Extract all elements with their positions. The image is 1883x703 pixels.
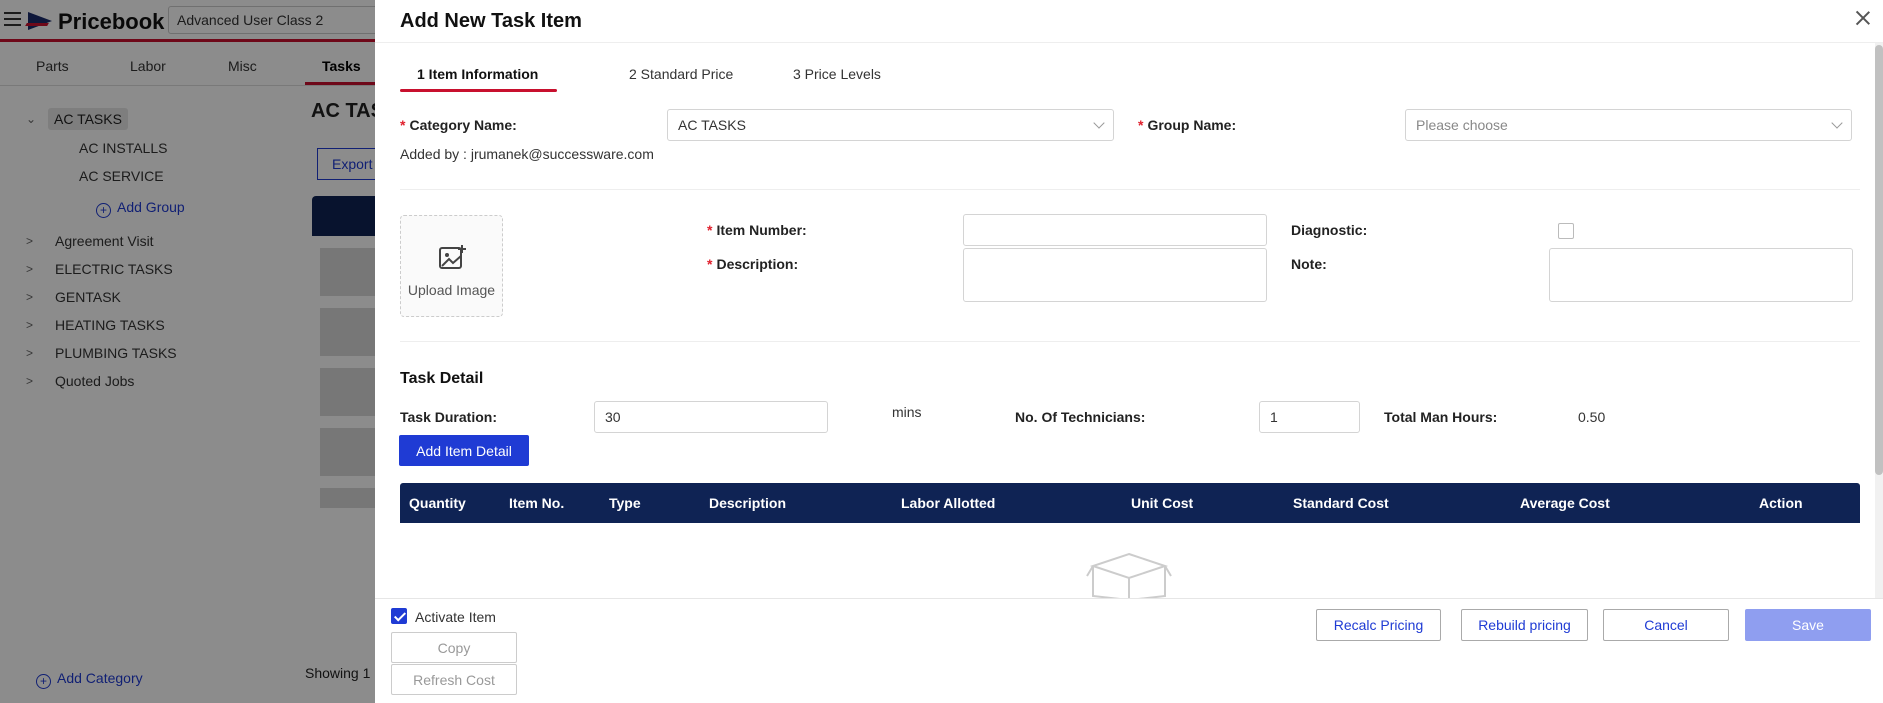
tab-indicator [400, 89, 557, 92]
mins-unit-label: mins [892, 404, 922, 420]
description-input[interactable] [963, 248, 1267, 302]
column-header[interactable]: Unit Cost [1131, 495, 1193, 511]
drawer-footer: Activate Item Copy Refresh Cost Recalc P… [375, 598, 1883, 703]
column-header[interactable]: Description [709, 495, 786, 511]
rebuild-pricing-button[interactable]: Rebuild pricing [1461, 609, 1588, 641]
man-hours-label: Total Man Hours: [1384, 409, 1498, 425]
group-name-placeholder: Please choose [1416, 117, 1508, 133]
add-item-detail-button[interactable]: Add Item Detail [399, 435, 529, 466]
cancel-button[interactable]: Cancel [1603, 609, 1729, 641]
modal-overlay[interactable] [0, 0, 375, 703]
step-tabs: 1 Item Information 2 Standard Price 3 Pr… [400, 62, 1800, 92]
column-header[interactable]: Action [1759, 495, 1803, 511]
tab-item-information[interactable]: 1 Item Information [417, 66, 538, 82]
note-label: Note: [1291, 256, 1327, 272]
man-hours-value: 0.50 [1578, 409, 1606, 425]
column-header[interactable]: Average Cost [1520, 495, 1610, 511]
refresh-cost-button[interactable]: Refresh Cost [391, 664, 517, 695]
divider [400, 189, 1860, 190]
activate-item-checkbox[interactable] [391, 608, 407, 624]
close-icon[interactable] [1853, 8, 1873, 28]
scrollbar-thumb[interactable] [1875, 45, 1883, 475]
diagnostic-checkbox[interactable] [1558, 223, 1574, 239]
group-name-select[interactable]: Please choose [1405, 109, 1852, 141]
empty-state-box-icon [1086, 552, 1172, 600]
item-number-input[interactable] [963, 214, 1267, 246]
activate-item-label[interactable]: Activate Item [415, 609, 496, 625]
column-header[interactable]: Quantity [409, 495, 466, 511]
technicians-label: No. Of Technicians: [1015, 409, 1146, 425]
note-input[interactable] [1549, 248, 1853, 302]
chevron-down-icon [1831, 117, 1843, 129]
tab-price-levels[interactable]: 3 Price Levels [793, 66, 881, 82]
column-header[interactable]: Item No. [509, 495, 564, 511]
description-label: * Description: [707, 256, 799, 272]
column-header[interactable]: Standard Cost [1293, 495, 1389, 511]
category-name-label: * Category Name: [400, 117, 517, 133]
upload-image-button[interactable]: Upload Image [400, 215, 503, 317]
tab-standard-price[interactable]: 2 Standard Price [629, 66, 733, 82]
recalc-pricing-button[interactable]: Recalc Pricing [1316, 609, 1441, 641]
drawer-header: Add New Task Item [375, 0, 1883, 43]
category-name-select[interactable]: AC TASKS [667, 109, 1114, 141]
chevron-down-icon [1093, 117, 1105, 129]
task-duration-input[interactable] [594, 401, 828, 433]
technicians-input[interactable] [1259, 401, 1360, 433]
category-name-value: AC TASKS [678, 117, 746, 133]
task-duration-label: Task Duration: [400, 409, 497, 425]
task-detail-title: Task Detail [400, 370, 484, 387]
column-header[interactable]: Labor Allotted [901, 495, 995, 511]
add-task-drawer: Add New Task Item 1 Item Information 2 S… [375, 0, 1883, 703]
save-button[interactable]: Save [1745, 609, 1871, 641]
copy-button[interactable]: Copy [391, 632, 517, 663]
added-by-text: Added by : jrumanek@successware.com [400, 146, 654, 162]
item-number-label: * Item Number: [707, 222, 807, 238]
diagnostic-label: Diagnostic: [1291, 222, 1368, 238]
group-name-label: * Group Name: [1138, 117, 1237, 133]
image-upload-icon [439, 245, 466, 269]
divider [400, 341, 1860, 342]
item-detail-grid-header: Quantity Item No. Type Description Labor… [400, 483, 1860, 523]
upload-image-label: Upload Image [407, 282, 496, 298]
drawer-title: Add New Task Item [400, 10, 582, 32]
column-header[interactable]: Type [609, 495, 641, 511]
